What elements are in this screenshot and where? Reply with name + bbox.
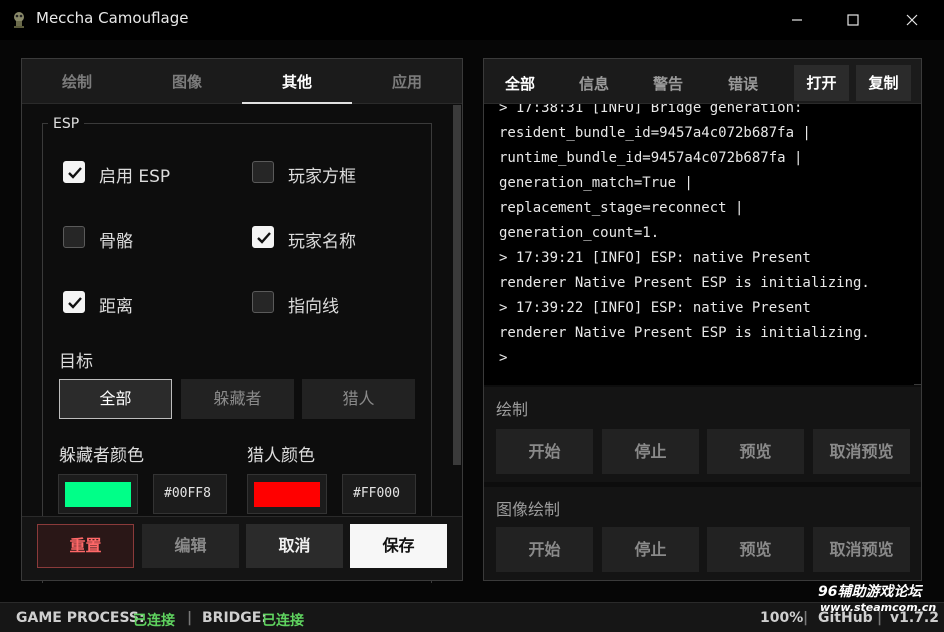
image-cancel-preview-button[interactable]: 取消预览 xyxy=(813,527,910,572)
save-button[interactable]: 保存 xyxy=(350,524,447,568)
status-separator: | xyxy=(187,610,193,626)
checkmark-icon xyxy=(68,167,82,179)
log-line: > 17:38:31 [INFO] Bridge generation: xyxy=(499,104,803,116)
draw-section: 绘制 开始 停止 预览 取消预览 xyxy=(484,387,921,482)
distance-checkbox[interactable] xyxy=(63,291,85,313)
bridge-label: BRIDGE: xyxy=(202,610,267,626)
image-stop-button[interactable]: 停止 xyxy=(602,527,699,572)
game-process-label: GAME PROCESS: xyxy=(16,610,145,626)
hider-color-swatch[interactable] xyxy=(58,474,138,514)
enable-esp-checkbox[interactable] xyxy=(63,161,85,183)
log-output[interactable]: > 17:38:31 [INFO] Bridge generation: res… xyxy=(484,104,921,385)
app-window: Meccha Camouflage 绘制 图像 其他 应用 ESP 启用 ESP… xyxy=(0,0,944,632)
player-box-checkbox[interactable] xyxy=(252,161,274,183)
cancel-button[interactable]: 取消 xyxy=(246,524,343,568)
esp-group-title: ESP xyxy=(48,116,85,132)
watermark-url: www.steamcom.cn xyxy=(820,601,937,614)
close-icon xyxy=(906,14,918,25)
pointer-line-checkbox[interactable] xyxy=(252,291,274,313)
zoom-level: 100% xyxy=(760,610,804,626)
pointer-line-label: 指向线 xyxy=(288,297,339,317)
log-line: renderer Native Present ESP is initializ… xyxy=(499,325,870,341)
image-preview-button[interactable]: 预览 xyxy=(707,527,804,572)
hunter-color-input[interactable]: #FF000 xyxy=(342,474,416,514)
bridge-status: 已连接 xyxy=(262,613,304,629)
draw-stop-button[interactable]: 停止 xyxy=(602,429,699,474)
player-box-label: 玩家方框 xyxy=(288,167,356,187)
settings-footer: 重置 编辑 取消 保存 xyxy=(22,516,462,580)
minimize-icon xyxy=(792,18,802,21)
player-name-label: 玩家名称 xyxy=(288,232,356,252)
tab-image[interactable]: 图像 xyxy=(132,59,242,104)
draw-cancel-preview-button[interactable]: 取消预览 xyxy=(813,429,910,474)
skeleton-checkbox[interactable] xyxy=(63,226,85,248)
log-line: resident_bundle_id=9457a4c072b687fa | xyxy=(499,125,811,141)
reset-button[interactable]: 重置 xyxy=(37,524,134,568)
image-draw-section: 图像绘制 开始 停止 预览 取消预览 xyxy=(484,487,921,580)
log-line: replacement_stage=reconnect | xyxy=(499,200,744,216)
log-line: generation_count=1. xyxy=(499,225,660,241)
log-line: > 17:39:22 [INFO] ESP: native Present xyxy=(499,300,811,316)
log-panel: 全部 信息 警告 错误 打开 复制 > 17:38:31 [INFO] Brid… xyxy=(483,58,922,581)
image-draw-section-title: 图像绘制 xyxy=(496,500,561,519)
maximize-button[interactable] xyxy=(825,2,881,36)
tab-draw[interactable]: 绘制 xyxy=(22,59,132,104)
log-tab-all[interactable]: 全部 xyxy=(505,73,535,94)
log-line: > 17:39:21 [INFO] ESP: native Present xyxy=(499,250,811,266)
game-process-status: 已连接 xyxy=(133,613,175,629)
minimize-button[interactable] xyxy=(769,2,825,36)
title-bar: Meccha Camouflage xyxy=(0,0,944,40)
distance-label: 距离 xyxy=(99,297,133,317)
log-line: runtime_bundle_id=9457a4c072b687fa | xyxy=(499,150,803,166)
status-separator: | xyxy=(803,610,809,626)
log-tab-info[interactable]: 信息 xyxy=(579,73,609,94)
hider-color-input[interactable]: #00FF8 xyxy=(153,474,227,514)
maximize-icon xyxy=(847,13,859,26)
log-line: generation_match=True | xyxy=(499,175,693,191)
hider-color-label: 躲藏者颜色 xyxy=(59,446,144,466)
status-bar: GAME PROCESS: 已连接 | BRIDGE: 已连接 100% | G… xyxy=(0,602,944,632)
target-label: 目标 xyxy=(59,352,93,372)
copy-log-button[interactable]: 复制 xyxy=(856,65,911,101)
tab-apply[interactable]: 应用 xyxy=(352,59,462,104)
tab-other[interactable]: 其他 xyxy=(242,59,352,104)
close-button[interactable] xyxy=(884,2,940,36)
player-name-checkbox[interactable] xyxy=(252,226,274,248)
settings-scrollbar[interactable] xyxy=(453,105,461,465)
skeleton-label: 骨骼 xyxy=(99,232,133,252)
draw-section-title: 绘制 xyxy=(496,400,529,419)
log-tab-bar: 全部 信息 警告 错误 打开 复制 xyxy=(484,59,921,104)
settings-panel: 绘制 图像 其他 应用 ESP 启用 ESP 玩家方框 骨骼 玩家名称 距离 指… xyxy=(21,58,463,583)
image-start-button[interactable]: 开始 xyxy=(496,527,593,572)
target-hunter-button[interactable]: 猎人 xyxy=(302,379,415,419)
checkmark-icon xyxy=(68,297,82,309)
hider-color-fill xyxy=(65,482,131,507)
window-title: Meccha Camouflage xyxy=(36,9,189,27)
enable-esp-label: 启用 ESP xyxy=(99,167,171,187)
draw-preview-button[interactable]: 预览 xyxy=(707,429,804,474)
hunter-color-label: 猎人颜色 xyxy=(247,446,315,466)
log-prompt: > xyxy=(499,350,508,366)
log-line: renderer Native Present ESP is initializ… xyxy=(499,275,870,291)
log-tab-error[interactable]: 错误 xyxy=(728,73,758,94)
settings-tab-bar: 绘制 图像 其他 应用 xyxy=(22,59,462,104)
hunter-color-swatch[interactable] xyxy=(247,474,327,514)
log-tab-warning[interactable]: 警告 xyxy=(653,73,683,94)
app-icon xyxy=(14,12,24,28)
checkmark-icon xyxy=(257,232,271,244)
hunter-color-fill xyxy=(254,482,320,507)
open-log-button[interactable]: 打开 xyxy=(794,65,849,101)
target-all-button[interactable]: 全部 xyxy=(59,379,172,419)
esp-group xyxy=(42,123,432,583)
log-scrollbar[interactable] xyxy=(914,384,921,385)
watermark-title: 96辅助游戏论坛 xyxy=(818,584,922,600)
draw-start-button[interactable]: 开始 xyxy=(496,429,593,474)
target-hider-button[interactable]: 躲藏者 xyxy=(181,379,294,419)
edit-button[interactable]: 编辑 xyxy=(142,524,239,568)
